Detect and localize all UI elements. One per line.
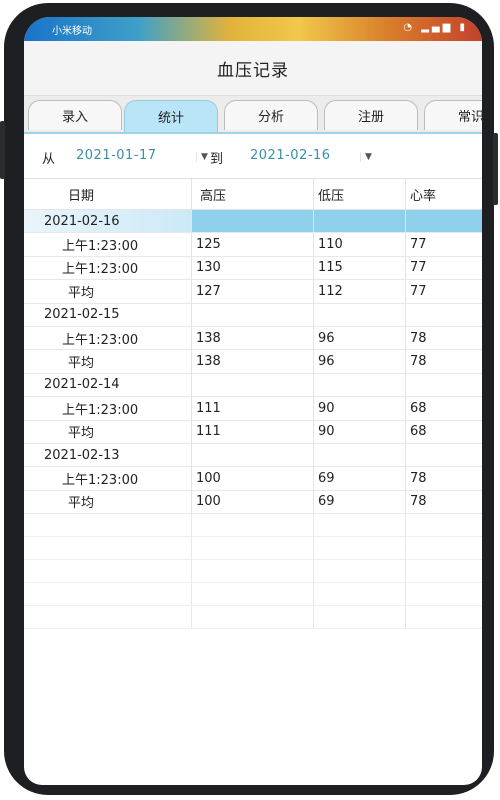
- table-row[interactable]: 上午1:23:00 125 110 77: [24, 233, 482, 257]
- to-label: 到: [210, 152, 224, 167]
- row-systolic: 130: [191, 256, 313, 280]
- empty-row: [24, 514, 482, 538]
- row-diastolic: 110: [313, 233, 405, 256]
- empty-row: [24, 537, 482, 561]
- tab-statistics[interactable]: 统计: [124, 100, 218, 132]
- group-date: 2021-02-15: [44, 307, 120, 323]
- row-average-label: 平均: [68, 285, 95, 301]
- row-heart-rate: 78: [405, 467, 482, 490]
- title-bar: 血压记录: [24, 41, 482, 96]
- row-diastolic: 90: [313, 397, 405, 420]
- row-heart-rate: 78: [405, 326, 482, 350]
- row-diastolic: 112: [313, 280, 405, 303]
- group-date: 2021-02-14: [44, 377, 120, 393]
- row-systolic: 125: [191, 233, 313, 256]
- row-diastolic: 96: [313, 326, 405, 350]
- empty-row: [24, 560, 482, 584]
- table-row-average[interactable]: 平均 100 69 78: [24, 490, 482, 515]
- start-date-picker[interactable]: 2021-01-17: [76, 148, 157, 163]
- row-diastolic: 69: [313, 467, 405, 490]
- tab-entry-label: 录入: [61, 110, 88, 125]
- row-diastolic: 115: [313, 256, 405, 280]
- row-diastolic: 90: [313, 420, 405, 443]
- header-date: 日期: [68, 188, 95, 204]
- row-heart-rate: 77: [405, 280, 482, 303]
- row-time: 上午1:23:00: [62, 332, 139, 348]
- empty-row: [24, 606, 482, 630]
- app-screen: 小米移动 ◔ ▂▄▆ ▮ 血压记录 录入 统计 分析 注册 常识 从 2021-…: [24, 17, 482, 785]
- power-button: [493, 133, 498, 205]
- end-date-picker[interactable]: 2021-02-16: [250, 148, 331, 163]
- tab-bar: 录入 统计 分析 注册 常识: [24, 96, 482, 134]
- empty-row: [24, 583, 482, 607]
- row-heart-rate: 68: [405, 420, 482, 443]
- row-heart-rate: 78: [405, 490, 482, 514]
- row-time: 上午1:23:00: [62, 262, 139, 278]
- row-systolic: 138: [191, 350, 313, 373]
- end-date-dropdown-icon[interactable]: ▼: [360, 152, 457, 162]
- row-systolic: 111: [191, 397, 313, 420]
- tab-knowledge-label: 常识: [457, 110, 482, 125]
- row-diastolic: 69: [313, 490, 405, 514]
- status-bar: 小米移动 ◔ ▂▄▆ ▮: [24, 17, 482, 41]
- tab-knowledge[interactable]: 常识: [424, 100, 482, 130]
- row-diastolic: 96: [313, 350, 405, 373]
- table-row-average[interactable]: 平均 111 90 68: [24, 420, 482, 444]
- tab-analysis[interactable]: 分析: [224, 100, 318, 130]
- tab-entry[interactable]: 录入: [28, 100, 122, 130]
- table-header: 日期 高压 低压 心率: [24, 179, 482, 210]
- table-row-average[interactable]: 平均 127 112 77: [24, 280, 482, 304]
- row-average-label: 平均: [68, 356, 95, 372]
- table-row-group[interactable]: 2021-02-14: [24, 373, 482, 398]
- row-systolic: 100: [191, 490, 313, 514]
- table-row[interactable]: 上午1:23:00 138 96 78: [24, 326, 482, 351]
- records-table: 日期 高压 低压 心率 2021-02-16 上午1:23:00 125 110…: [24, 179, 482, 630]
- table-row[interactable]: 上午1:23:00 130 115 77: [24, 256, 482, 281]
- row-systolic: 100: [191, 467, 313, 490]
- table-row-group[interactable]: 2021-02-15: [24, 303, 482, 327]
- tab-statistics-label: 统计: [157, 111, 184, 126]
- carrier-label: 小米移动: [52, 26, 92, 37]
- row-time: 上午1:23:00: [62, 239, 139, 255]
- table-row-group[interactable]: 2021-02-13: [24, 443, 482, 468]
- group-date: 2021-02-16: [24, 210, 191, 233]
- table-row-average[interactable]: 平均 138 96 78: [24, 350, 482, 374]
- volume-button: [0, 121, 5, 179]
- row-systolic: 111: [191, 420, 313, 443]
- table-row[interactable]: 上午1:23:00 111 90 68: [24, 397, 482, 421]
- phone-frame: 小米移动 ◔ ▂▄▆ ▮ 血压记录 录入 统计 分析 注册 常识 从 2021-…: [0, 3, 498, 795]
- table-row[interactable]: 上午1:23:00 100 69 78: [24, 467, 482, 491]
- row-heart-rate: 68: [405, 397, 482, 420]
- row-average-label: 平均: [68, 496, 95, 512]
- row-heart-rate: 77: [405, 256, 482, 280]
- tab-register[interactable]: 注册: [324, 100, 418, 130]
- header-systolic: 高压: [191, 179, 313, 209]
- row-heart-rate: 78: [405, 350, 482, 373]
- date-range-bar: 从 2021-01-17 ▼ 到 2021-02-16 ▼: [24, 134, 482, 179]
- group-date: 2021-02-13: [44, 447, 120, 463]
- table-row-group[interactable]: 2021-02-16: [24, 210, 482, 234]
- header-diastolic: 低压: [313, 179, 405, 209]
- row-average-label: 平均: [68, 426, 95, 442]
- row-systolic: 127: [191, 280, 313, 303]
- header-heart-rate: 心率: [405, 179, 482, 209]
- from-label: 从: [42, 152, 56, 167]
- tab-analysis-label: 分析: [257, 110, 284, 125]
- tab-register-label: 注册: [357, 110, 384, 125]
- row-time: 上午1:23:00: [62, 472, 139, 488]
- status-icons: ◔ ▂▄▆ ▮: [403, 22, 468, 33]
- row-systolic: 138: [191, 326, 313, 350]
- row-time: 上午1:23:00: [62, 402, 139, 418]
- row-heart-rate: 77: [405, 233, 482, 256]
- page-title: 血压记录: [217, 60, 289, 81]
